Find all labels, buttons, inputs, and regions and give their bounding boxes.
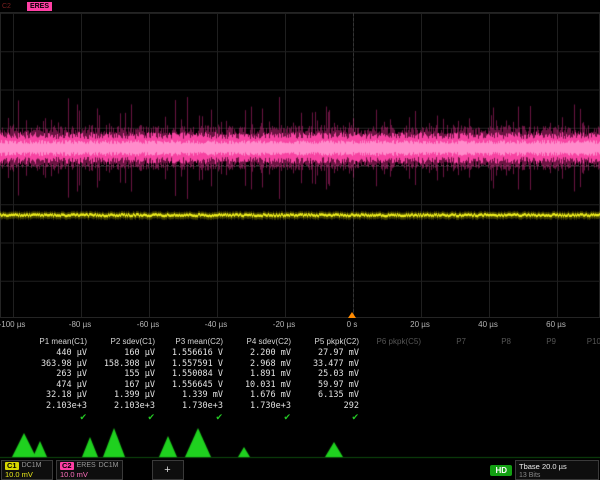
channel-c2-descriptor[interactable]: C2 ERES DC1M 10.0 mV (56, 460, 123, 480)
measure-header-cell[interactable]: P3 mean(C2) (158, 336, 226, 348)
c1-chip: C1 (5, 462, 19, 470)
c1-coupling: DC1M (22, 461, 42, 470)
measure-value-cell: 363.98 µV (22, 359, 90, 370)
axis-tick-label: 60 µs (546, 320, 566, 329)
measure-value-cell: 1.557591 V (158, 359, 226, 370)
measure-value-cell: 1.891 mV (226, 369, 294, 380)
axis-tick-label: -100 µs (0, 320, 25, 329)
measure-status-row: ✔ ✔ ✔ ✔ ✔ (0, 411, 600, 423)
c1-scale: 10.0 mV (5, 470, 49, 479)
axis-tick-label: -20 µs (273, 320, 295, 329)
measure-status-check: ✔ (158, 411, 226, 423)
measure-value-cell: 1.550084 V (158, 369, 226, 380)
oscilloscope-screen: C2 ERES -100 µs -80 µs -60 µs -40 µs -20… (0, 0, 600, 480)
timebase-label: Tbase (519, 462, 540, 471)
measure-header-cell[interactable]: P9 (514, 336, 559, 348)
measure-value-cell: 1.556645 V (158, 380, 226, 391)
eres-badge[interactable]: ERES (27, 2, 52, 11)
measure-status-check: ✔ (22, 411, 90, 423)
measure-status-check: ✔ (294, 411, 362, 423)
measure-value-cell: 440 µV (22, 348, 90, 359)
measure-header-cell[interactable]: P8 (469, 336, 514, 348)
measure-value-cell: 1.676 mV (226, 390, 294, 401)
measure-row-mean: 363.98 µV 158.308 µV 1.557591 V 2.968 mV… (0, 359, 600, 370)
measure-row-value: 440 µV 160 µV 1.556616 V 2.200 mV 27.97 … (0, 348, 600, 359)
measure-value-cell: 1.556616 V (158, 348, 226, 359)
measure-header-cell[interactable]: P6 pkpk(C5) (362, 336, 424, 348)
measure-value-cell: 32.18 µV (22, 390, 90, 401)
measure-header-cell[interactable]: P4 sdev(C2) (226, 336, 294, 348)
measure-value-cell: 2.103e+3 (22, 401, 90, 412)
measure-row-sdev: 32.18 µV 1.399 µV 1.339 mV 1.676 mV 6.13… (0, 390, 600, 401)
measure-value-cell: 6.135 mV (294, 390, 362, 401)
measure-value-cell: 25.03 mV (294, 369, 362, 380)
c2-eres-mode: ERES (77, 461, 96, 470)
measure-value-cell: 160 µV (90, 348, 158, 359)
measure-value-cell: 59.97 mV (294, 380, 362, 391)
measure-header-cell[interactable]: P5 pkpk(C2) (294, 336, 362, 348)
measure-row-num: 2.103e+3 2.103e+3 1.730e+3 1.730e+3 292 (0, 401, 600, 412)
measure-row-max: 474 µV 167 µV 1.556645 V 10.031 mV 59.97… (0, 380, 600, 391)
measure-value-cell: 158.308 µV (90, 359, 158, 370)
measure-value-cell: 1.730e+3 (226, 401, 294, 412)
measure-value-cell: 2.968 mV (226, 359, 294, 370)
add-trace-button[interactable]: + (152, 460, 184, 480)
measure-value-cell: 1.399 µV (90, 390, 158, 401)
measure-header-cell[interactable]: P7 (424, 336, 469, 348)
measure-status-check: ✔ (226, 411, 294, 423)
measure-value-cell: 27.97 mV (294, 348, 362, 359)
bottom-status-bar: C1 DC1M 10.0 mV C2 ERES DC1M 10.0 mV + H… (0, 459, 600, 480)
axis-tick-label: 0 s (347, 320, 358, 329)
bottom-bar-spacer (187, 460, 488, 480)
hd-mode-badge[interactable]: HD (490, 465, 512, 476)
measure-value-cell: 474 µV (22, 380, 90, 391)
top-left-indicators: C2 ERES (2, 2, 52, 11)
c2-chip: C2 (60, 462, 74, 470)
measurement-table: P1 mean(C1) P2 sdev(C1) P3 mean(C2) P4 s… (0, 336, 600, 423)
c2-coupling: DC1M (99, 461, 119, 470)
axis-tick-label: -40 µs (205, 320, 227, 329)
measure-value-cell: 155 µV (90, 369, 158, 380)
top-left-dim-label: C2 (2, 2, 11, 11)
measure-value-cell: 2.200 mV (226, 348, 294, 359)
measure-value-cell: 10.031 mV (226, 380, 294, 391)
axis-tick-label: -60 µs (137, 320, 159, 329)
measure-status-check: ✔ (90, 411, 158, 423)
timebase-descriptor[interactable]: Tbase 20.0 µs 13 Bits (515, 460, 599, 480)
measure-header-row: P1 mean(C1) P2 sdev(C1) P3 mean(C2) P4 s… (0, 336, 600, 348)
channel-c1-descriptor[interactable]: C1 DC1M 10.0 mV (1, 460, 53, 480)
measure-header-cell[interactable]: P10 (559, 336, 600, 348)
measure-row-min: 263 µV 155 µV 1.550084 V 1.891 mV 25.03 … (0, 369, 600, 380)
measure-value-cell: 167 µV (90, 380, 158, 391)
measure-value-cell: 33.477 mV (294, 359, 362, 370)
axis-tick-label: 40 µs (478, 320, 498, 329)
measure-value-cell: 1.339 mV (158, 390, 226, 401)
axis-tick-label: 20 µs (410, 320, 430, 329)
measure-value-cell: 2.103e+3 (90, 401, 158, 412)
timebase-axis: -100 µs -80 µs -60 µs -40 µs -20 µs 0 s … (0, 319, 600, 333)
timebase-value: 20.0 µs (542, 462, 567, 471)
axis-tick-label: -80 µs (69, 320, 91, 329)
histogram-trace-canvas (0, 424, 600, 459)
timebase-bits: 13 Bits (519, 471, 595, 480)
measure-header-cell[interactable]: P2 sdev(C1) (90, 336, 158, 348)
c2-scale: 10.0 mV (60, 470, 119, 479)
trigger-time-marker[interactable] (348, 312, 356, 318)
measure-value-cell: 1.730e+3 (158, 401, 226, 412)
measure-value-cell: 292 (294, 401, 362, 412)
measure-value-cell: 263 µV (22, 369, 90, 380)
waveform-canvas (0, 0, 600, 320)
measure-header-cell[interactable]: P1 mean(C1) (22, 336, 90, 348)
